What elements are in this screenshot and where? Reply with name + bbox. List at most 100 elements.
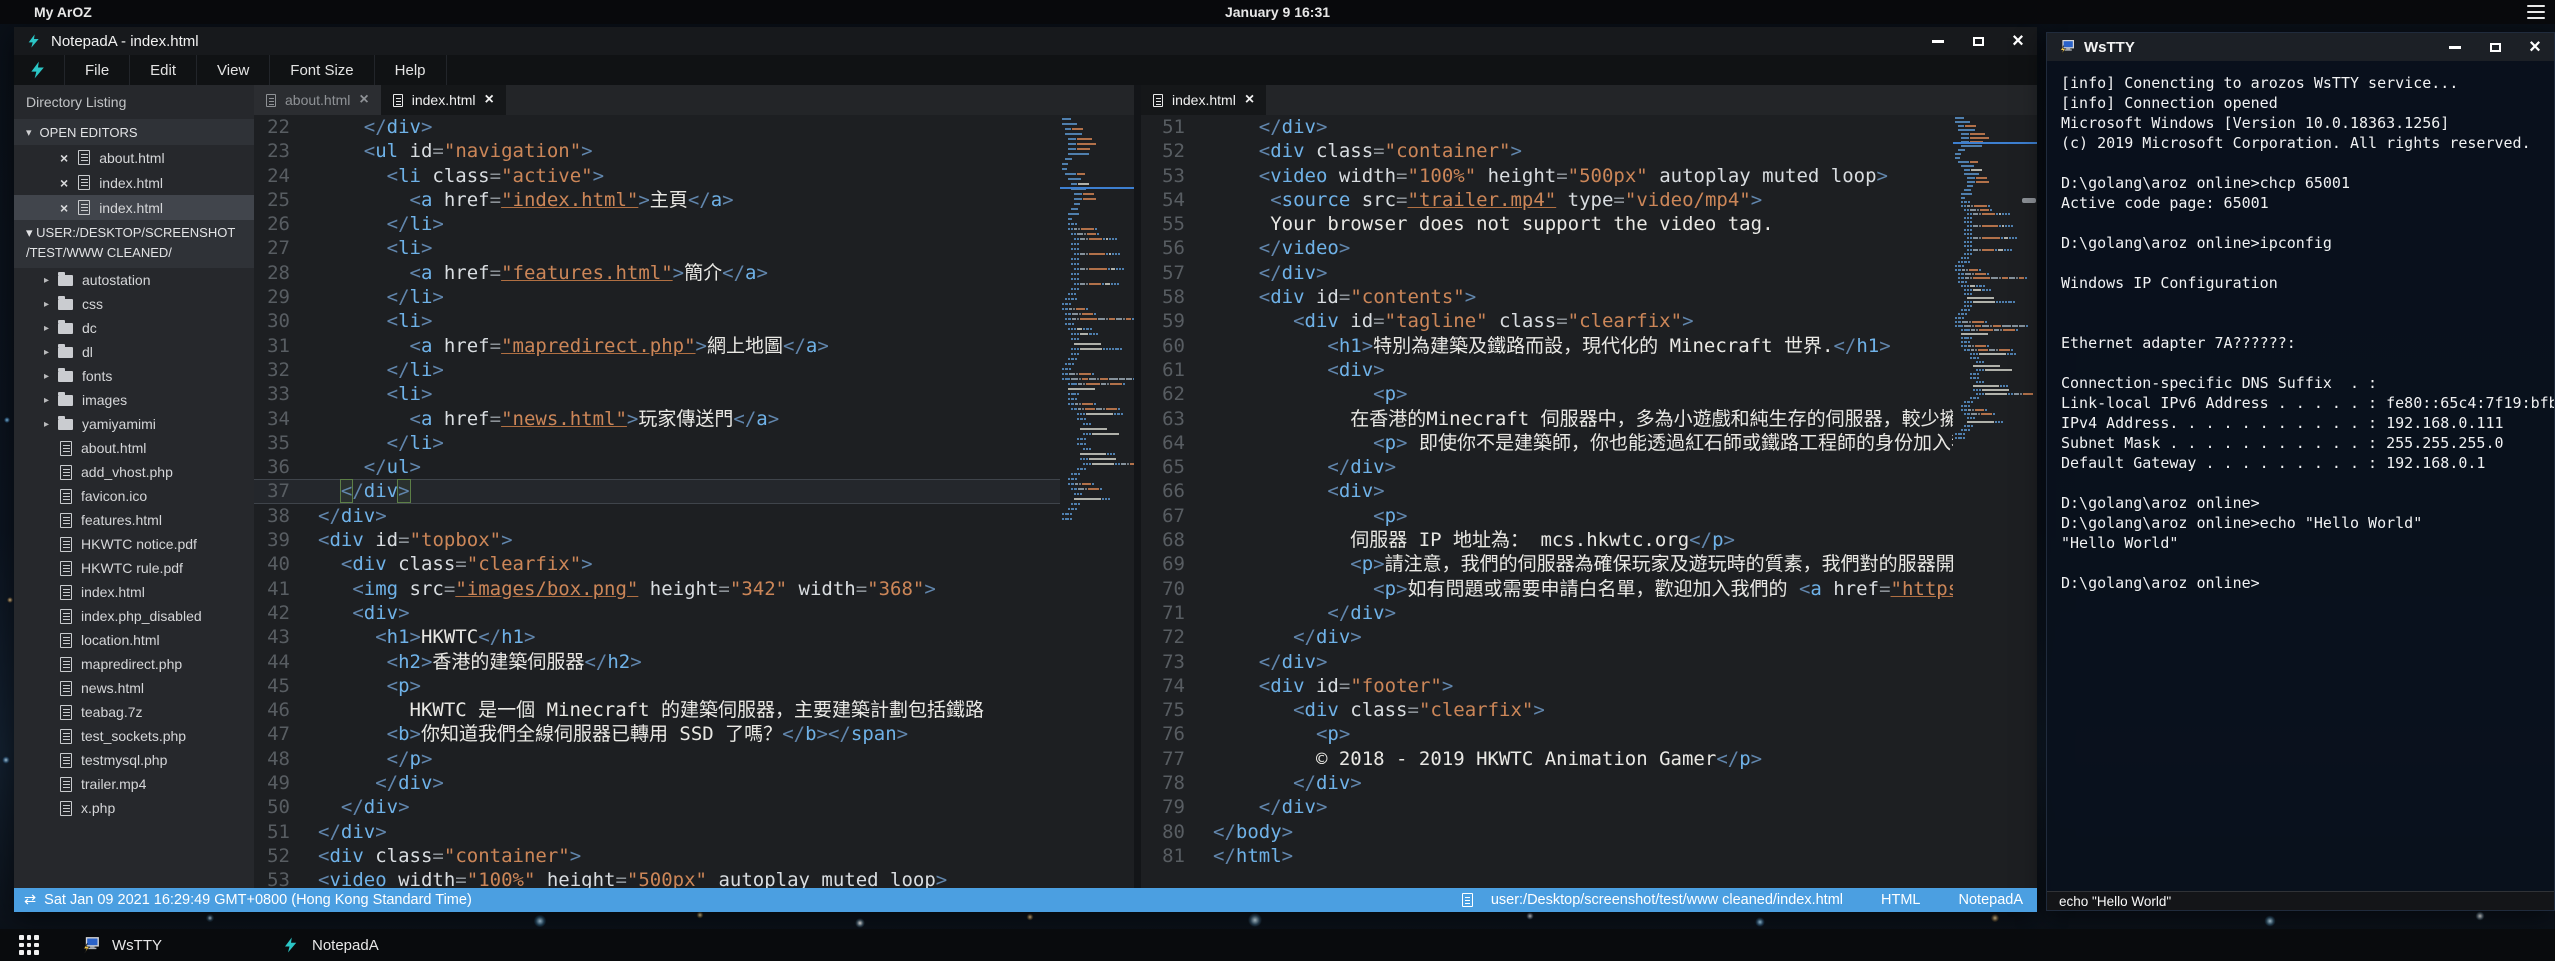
- file-item[interactable]: add_vhost.php: [14, 460, 254, 484]
- folder-item-autostation[interactable]: ▸autostation: [14, 268, 254, 292]
- maximize-button[interactable]: [2486, 38, 2504, 56]
- code-line-61[interactable]: 61<div>: [1141, 358, 1953, 382]
- code-line-74[interactable]: 74<div id="footer">: [1141, 674, 1953, 698]
- code-line-34[interactable]: 34<a href="news.html">玩家傳送門</a>: [254, 407, 1060, 431]
- close-button[interactable]: ×: [2009, 32, 2027, 50]
- code-line-70[interactable]: 70<p>如有問題或需要申請白名單，歡迎加入我們的 <a href="https…: [1141, 577, 1953, 601]
- file-item[interactable]: index.html: [14, 580, 254, 604]
- code-line-51[interactable]: 51</div>: [1141, 115, 1953, 139]
- code-line-59[interactable]: 59<div id="tagline" class="clearfix">: [1141, 309, 1953, 333]
- code-line-60[interactable]: 60<h1>特別為建築及鐵路而設，現代化的 Minecraft 世界.</h1>: [1141, 334, 1953, 358]
- code-line-80[interactable]: 80</body>: [1141, 820, 1953, 844]
- open-editor-item[interactable]: ×index.html: [14, 195, 254, 220]
- code-line-27[interactable]: 27<li>: [254, 236, 1060, 260]
- file-item[interactable]: testmysql.php: [14, 748, 254, 772]
- file-item[interactable]: index.php_disabled: [14, 604, 254, 628]
- folder-item-dc[interactable]: ▸dc: [14, 316, 254, 340]
- code-line-53[interactable]: 53<video width="100%" height="500px" aut…: [254, 868, 1060, 888]
- file-item[interactable]: trailer.mp4: [14, 772, 254, 796]
- code-line-40[interactable]: 40<div class="clearfix">: [254, 552, 1060, 576]
- file-item[interactable]: mapredirect.php: [14, 652, 254, 676]
- code-line-57[interactable]: 57</div>: [1141, 261, 1953, 285]
- open-editor-item[interactable]: ×index.html: [14, 170, 254, 195]
- close-icon[interactable]: ×: [1245, 91, 1254, 109]
- code-line-43[interactable]: 43<h1>HKWTC</h1>: [254, 625, 1060, 649]
- code-line-68[interactable]: 68伺服器 IP 地址為： mcs.hkwtc.org</p>: [1141, 528, 1953, 552]
- workspace-root-header[interactable]: ▾ USER:/DESKTOP/SCREENSHOT /TEST/WWW CLE…: [14, 220, 254, 268]
- code-line-79[interactable]: 79</div>: [1141, 795, 1953, 819]
- code-line-58[interactable]: 58<div id="contents">: [1141, 285, 1953, 309]
- code-line-23[interactable]: 23<ul id="navigation">: [254, 139, 1060, 163]
- tab-index.html[interactable]: index.html×: [381, 85, 506, 115]
- pane-divider[interactable]: [1134, 85, 1141, 888]
- code-line-44[interactable]: 44<h2>香港的建築伺服器</h2>: [254, 650, 1060, 674]
- code-line-29[interactable]: 29</li>: [254, 285, 1060, 309]
- code-line-56[interactable]: 56</video>: [1141, 236, 1953, 260]
- code-line-52[interactable]: 52<div class="container">: [1141, 139, 1953, 163]
- code-line-46[interactable]: 46HKWTC 是一個 Minecraft 的建築伺服器，主要建築計劃包括鐵路: [254, 698, 1060, 722]
- code-line-30[interactable]: 30<li>: [254, 309, 1060, 333]
- file-item[interactable]: location.html: [14, 628, 254, 652]
- code-line-50[interactable]: 50</div>: [254, 795, 1060, 819]
- close-icon[interactable]: ×: [359, 91, 368, 109]
- close-icon[interactable]: ×: [485, 91, 494, 109]
- code-line-22[interactable]: 22</div>: [254, 115, 1060, 139]
- app-launcher-grid-icon[interactable]: [16, 932, 42, 958]
- tab-index.html[interactable]: index.html×: [1141, 85, 1266, 115]
- code-line-51[interactable]: 51</div>: [254, 820, 1060, 844]
- code-line-72[interactable]: 72</div>: [1141, 625, 1953, 649]
- code-editor-right[interactable]: 51</div>52<div class="container">53<vide…: [1141, 115, 1953, 888]
- minimap-right[interactable]: [1953, 115, 2037, 888]
- terminal-input[interactable]: echo "Hello World": [2047, 891, 2554, 910]
- menu-view[interactable]: View: [196, 55, 269, 85]
- code-line-25[interactable]: 25<a href="index.html">主頁</a>: [254, 188, 1060, 212]
- menu-help[interactable]: Help: [374, 55, 447, 85]
- scrollbar-thumb[interactable]: [2022, 198, 2036, 203]
- code-line-81[interactable]: 81</html>: [1141, 844, 1953, 868]
- open-editor-item[interactable]: ×about.html: [14, 145, 254, 170]
- close-button[interactable]: ×: [2526, 38, 2544, 56]
- code-line-65[interactable]: 65</div>: [1141, 455, 1953, 479]
- taskbar-item-wstty[interactable]: WsTTY: [72, 929, 172, 961]
- code-line-71[interactable]: 71</div>: [1141, 601, 1953, 625]
- minimap-left[interactable]: [1060, 115, 1134, 888]
- code-line-36[interactable]: 36</ul>: [254, 455, 1060, 479]
- file-item[interactable]: test_sockets.php: [14, 724, 254, 748]
- code-line-75[interactable]: 75<div class="clearfix">: [1141, 698, 1953, 722]
- close-icon[interactable]: ×: [60, 175, 68, 191]
- notepada-title-bar[interactable]: NotepadA - index.html ×: [14, 27, 2037, 55]
- code-line-31[interactable]: 31<a href="mapredirect.php">網上地圖</a>: [254, 334, 1060, 358]
- hamburger-menu-icon[interactable]: [2527, 5, 2545, 19]
- file-item[interactable]: HKWTC rule.pdf: [14, 556, 254, 580]
- code-line-63[interactable]: 63在香港的Minecraft 伺服器中，多為小遊戲和純生存的伺服器，較少擁有: [1141, 407, 1953, 431]
- close-icon[interactable]: ×: [60, 200, 68, 216]
- code-line-24[interactable]: 24<li class="active">: [254, 164, 1060, 188]
- code-line-33[interactable]: 33<li>: [254, 382, 1060, 406]
- code-line-62[interactable]: 62<p>: [1141, 382, 1953, 406]
- file-item[interactable]: HKWTC notice.pdf: [14, 532, 254, 556]
- code-line-54[interactable]: 54<source src="trailer.mp4" type="video/…: [1141, 188, 1953, 212]
- menu-file[interactable]: File: [64, 55, 129, 85]
- folder-item-yamiyamimi[interactable]: ▸yamiyamimi: [14, 412, 254, 436]
- code-line-41[interactable]: 41<img src="images/box.png" height="342"…: [254, 577, 1060, 601]
- code-line-32[interactable]: 32</li>: [254, 358, 1060, 382]
- minimize-button[interactable]: [2446, 38, 2464, 56]
- folder-item-fonts[interactable]: ▸fonts: [14, 364, 254, 388]
- code-editor-left[interactable]: 22</div>23<ul id="navigation">24<li clas…: [254, 115, 1060, 888]
- maximize-button[interactable]: [1969, 32, 1987, 50]
- code-line-37[interactable]: 37</div>: [254, 479, 1060, 503]
- menu-edit[interactable]: Edit: [129, 55, 196, 85]
- menu-font-size[interactable]: Font Size: [269, 55, 373, 85]
- code-line-47[interactable]: 47<b>你知道我們全線伺服器已轉用 SSD 了嗎？</b></span>: [254, 722, 1060, 746]
- file-item[interactable]: x.php: [14, 796, 254, 820]
- folder-item-dl[interactable]: ▸dl: [14, 340, 254, 364]
- folder-item-images[interactable]: ▸images: [14, 388, 254, 412]
- code-line-76[interactable]: 76<p>: [1141, 722, 1953, 746]
- code-line-77[interactable]: 77© 2018 - 2019 HKWTC Animation Gamer</p…: [1141, 747, 1953, 771]
- file-item[interactable]: about.html: [14, 436, 254, 460]
- folder-item-css[interactable]: ▸css: [14, 292, 254, 316]
- code-line-73[interactable]: 73</div>: [1141, 650, 1953, 674]
- file-item[interactable]: favicon.ico: [14, 484, 254, 508]
- minimize-button[interactable]: [1929, 32, 1947, 50]
- status-language[interactable]: HTML: [1881, 892, 1920, 908]
